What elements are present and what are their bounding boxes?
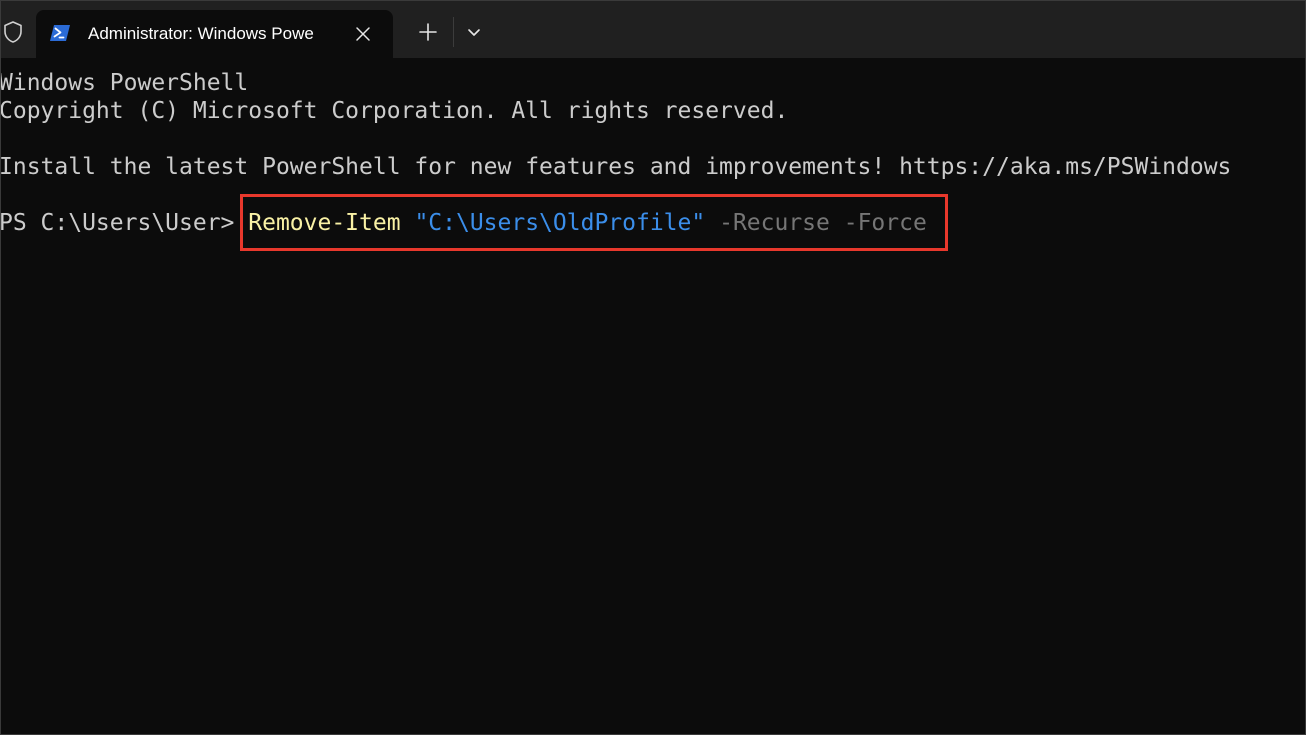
- tab-powershell[interactable]: Administrator: Windows Powe: [36, 10, 393, 58]
- command-name: Remove-Item: [248, 210, 401, 236]
- command-line: PS C:\Users\User> Remove-Item "C:\Users\…: [0, 209, 927, 237]
- title-bar-divider: [453, 17, 454, 47]
- output-line: Windows PowerShell: [0, 70, 249, 96]
- command-argument: "C:\Users\OldProfile": [414, 210, 706, 236]
- powershell-icon: [50, 25, 70, 41]
- title-bar: Administrator: Windows Powe: [1, 1, 1305, 58]
- tab-title: Administrator: Windows Powe: [88, 24, 314, 43]
- terminal-window: Administrator: Windows Powe Windows Powe…: [0, 0, 1306, 735]
- terminal-output[interactable]: Windows PowerShell Copyright (C) Microso…: [0, 58, 1305, 734]
- output-line: Copyright (C) Microsoft Corporation. All…: [0, 98, 789, 124]
- prompt: PS C:\Users\User>: [0, 210, 249, 236]
- chevron-down-icon[interactable]: [459, 15, 489, 49]
- output-line: Install the latest PowerShell for new fe…: [0, 154, 1232, 180]
- command-parameters: -Recurse -Force: [719, 210, 927, 236]
- close-icon[interactable]: [352, 23, 374, 45]
- plus-icon[interactable]: [411, 15, 445, 49]
- shield-icon: [4, 21, 22, 43]
